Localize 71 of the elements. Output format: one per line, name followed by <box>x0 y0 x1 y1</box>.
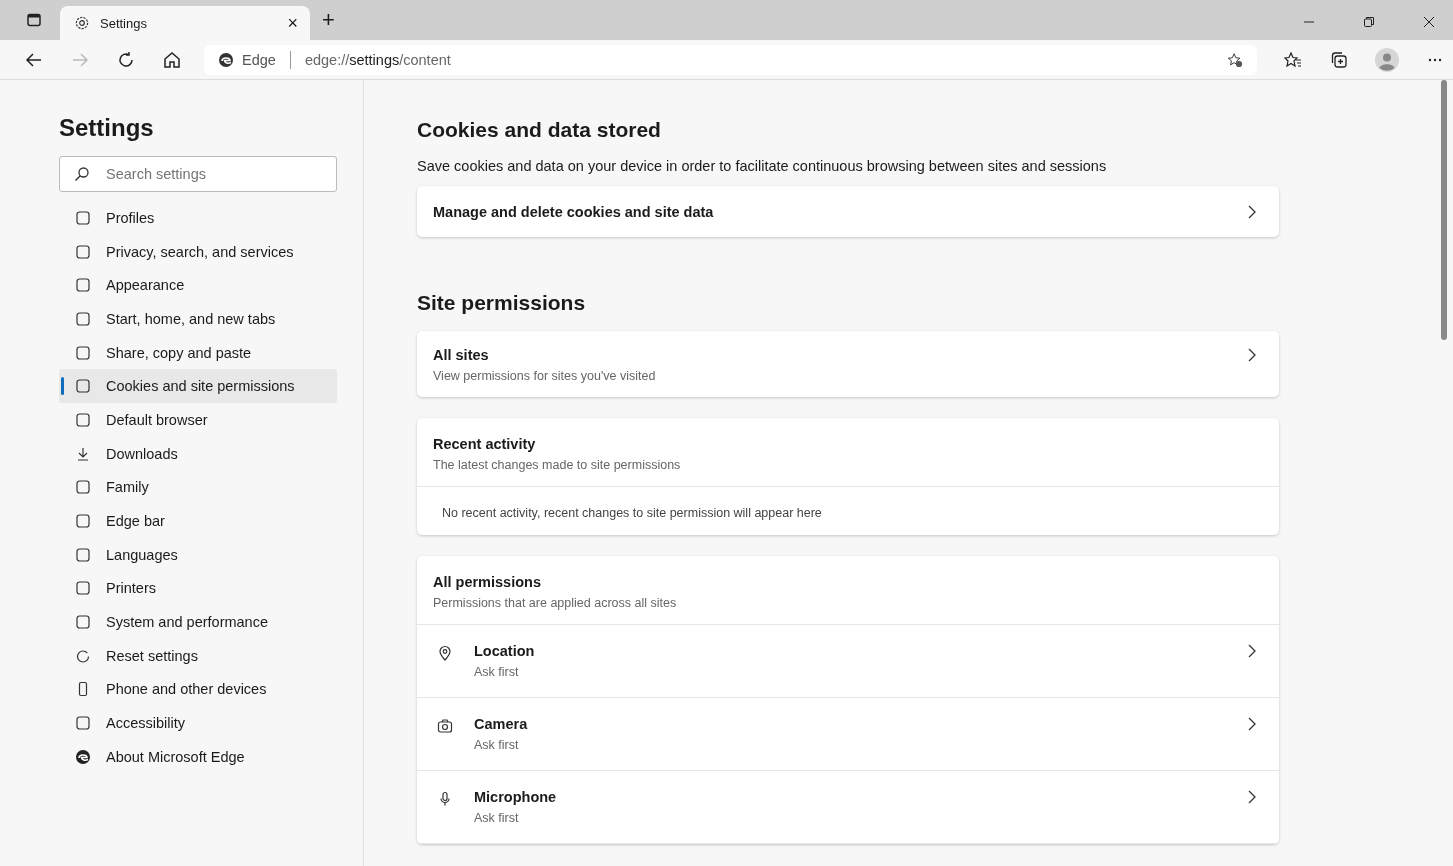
close-icon[interactable] <box>1423 16 1435 28</box>
url-text: edge://settings/content <box>304 51 451 68</box>
scrollbar-thumb[interactable] <box>1441 80 1447 340</box>
permission-row[interactable]: Camera Ask first <box>417 698 1279 771</box>
search-icon <box>74 166 90 182</box>
section-heading: Site permissions <box>417 291 587 315</box>
home-icon[interactable] <box>162 49 182 70</box>
card-title: Manage and delete cookies and site data <box>433 203 714 220</box>
section-heading: Cookies and data stored <box>417 118 662 142</box>
gear-icon <box>74 15 90 31</box>
collections-icon[interactable] <box>1329 49 1349 70</box>
permission-row[interactable]: Location Ask first <box>417 625 1279 698</box>
permission-name: Camera <box>474 716 529 732</box>
camera-icon <box>437 718 453 734</box>
sidebar-item[interactable]: Printers <box>59 571 337 606</box>
refresh-icon[interactable] <box>116 49 136 70</box>
permission-value: Ask first <box>474 738 520 752</box>
sidebar-item[interactable]: Downloads <box>59 436 337 471</box>
card-title: All permissions <box>433 574 542 590</box>
download-icon <box>75 445 91 462</box>
sidebar-item[interactable]: About Microsoft Edge <box>59 740 337 774</box>
sidebar-item[interactable]: Reset settings <box>59 638 337 673</box>
permission-row[interactable]: Microphone Ask first <box>417 771 1279 844</box>
permission-value: Ask first <box>474 811 520 825</box>
settings-link-card[interactable]: Manage and delete cookies and site data <box>417 186 1279 237</box>
edge-logo-icon <box>75 748 91 765</box>
close-tab-button[interactable]: × <box>287 12 298 34</box>
chevron-right-icon <box>1247 789 1257 805</box>
empty-message: No recent activity, recent changes to site permission will appear here <box>442 506 822 520</box>
sidebar-item[interactable]: Default browser <box>59 403 337 437</box>
site-label: Edge <box>242 51 276 68</box>
sidebar-title: Settings <box>59 114 155 142</box>
sidebar-item[interactable]: Phone and other devices <box>59 672 337 707</box>
sidebar-item[interactable]: Cookies and site permissions <box>59 369 337 404</box>
sidebar-item[interactable]: Privacy, search, and services <box>59 234 337 269</box>
sidebar-item[interactable]: Edge bar <box>59 504 337 538</box>
permission-name: Microphone <box>474 789 558 805</box>
add-favorite-icon[interactable] <box>1227 51 1243 68</box>
tab-title: Settings <box>100 15 148 31</box>
sidebar-item[interactable]: Accessibility <box>59 706 337 740</box>
chevron-right-icon <box>1247 643 1257 659</box>
card-title: All sites <box>433 347 490 363</box>
card-subtitle: Permissions that are applied across all sites <box>433 596 678 610</box>
card-title: Recent activity <box>433 436 537 452</box>
sidebar-item[interactable]: Start, home, and new tabs <box>59 302 337 336</box>
browser-tab[interactable]: Settings × <box>60 6 310 40</box>
new-tab-button[interactable]: + <box>322 7 335 33</box>
sidebar-item[interactable]: Appearance <box>59 268 337 303</box>
permission-value: Ask first <box>474 665 520 679</box>
tab-actions-icon[interactable] <box>26 12 42 28</box>
card-subtitle: View permissions for sites you've visited <box>433 369 657 383</box>
sidebar-item[interactable]: Share, copy and paste <box>59 335 337 370</box>
permission-name: Location <box>474 643 536 659</box>
card-subtitle: The latest changes made to site permissions <box>433 458 682 472</box>
edge-logo-icon <box>218 51 234 68</box>
settings-link-card[interactable]: All sites View permissions for sites you've visited <box>417 331 1279 397</box>
sidebar-item[interactable]: Languages <box>59 537 337 572</box>
chevron-right-icon <box>1247 716 1257 732</box>
avatar-icon[interactable] <box>1375 47 1399 72</box>
restore-icon[interactable] <box>1363 16 1375 28</box>
location-icon <box>437 645 453 661</box>
reset-icon <box>75 647 91 664</box>
section-description: Save cookies and data on your device in order to facilitate continuous browsing between sites and sessions <box>417 158 1108 174</box>
favorites-icon[interactable] <box>1283 49 1303 70</box>
sidebar-item[interactable]: System and performance <box>59 605 337 639</box>
sidebar-item[interactable]: Family <box>59 470 337 505</box>
search-field[interactable]: Search settings <box>59 156 337 192</box>
chevron-right-icon <box>1247 203 1257 220</box>
chevron-right-icon <box>1247 347 1257 363</box>
sidebar-item[interactable]: Profiles <box>59 201 337 235</box>
address-bar[interactable]: Edge edge://settings/content <box>204 44 1257 75</box>
